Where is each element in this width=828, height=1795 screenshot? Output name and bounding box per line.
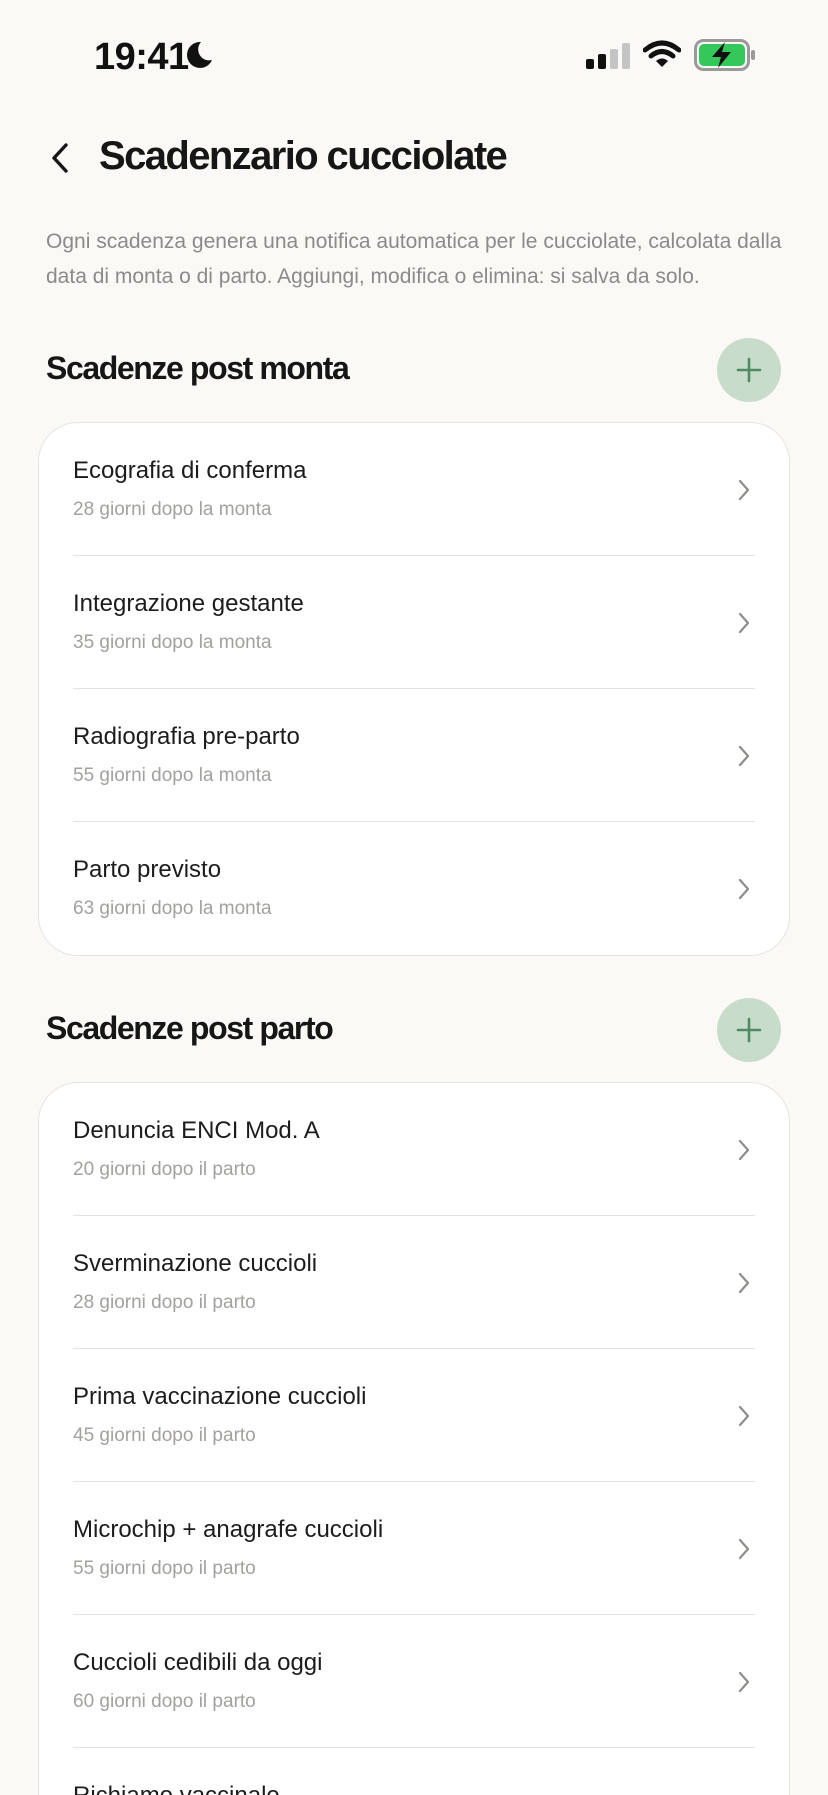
item-title: Sverminazione cuccioli bbox=[73, 1250, 318, 1277]
deadline-list-post-monta: Ecografia di conferma 28 giorni dopo la … bbox=[38, 422, 790, 956]
item-title: Ecografia di conferma bbox=[73, 457, 307, 484]
item-subtitle: 20 giorni dopo il parto bbox=[73, 1159, 256, 1180]
page-description: Ogni scadenza genera una notifica automa… bbox=[46, 230, 782, 288]
list-item[interactable]: Richiamo vaccinale bbox=[39, 1748, 789, 1795]
section-header-post-monta: Scadenze post monta bbox=[0, 338, 828, 402]
page-title: Scadenzario cucciolate bbox=[99, 134, 508, 178]
list-item[interactable]: Cuccioli cedibili da oggi 60 giorni dopo… bbox=[39, 1615, 789, 1748]
chevron-right-icon bbox=[738, 745, 750, 767]
list-item[interactable]: Integrazione gestante 35 giorni dopo la … bbox=[39, 556, 789, 689]
item-title: Denuncia ENCI Mod. A bbox=[73, 1117, 320, 1144]
item-title: Prima vaccinazione cuccioli bbox=[73, 1383, 367, 1410]
item-subtitle: 35 giorni dopo la monta bbox=[73, 632, 272, 653]
add-deadline-button[interactable] bbox=[717, 338, 781, 402]
item-subtitle: 55 giorni dopo la monta bbox=[73, 765, 272, 786]
chevron-right-icon bbox=[738, 1405, 750, 1427]
chevron-right-icon bbox=[738, 1671, 750, 1693]
list-item[interactable]: Parto previsto 63 giorni dopo la monta bbox=[39, 822, 789, 955]
item-subtitle: 55 giorni dopo il parto bbox=[73, 1558, 256, 1579]
list-item[interactable]: Prima vaccinazione cuccioli 45 giorni do… bbox=[39, 1349, 789, 1482]
item-subtitle: 60 giorni dopo il parto bbox=[73, 1691, 256, 1712]
chevron-right-icon bbox=[738, 1139, 750, 1161]
section-title: Scadenze post parto bbox=[46, 1010, 334, 1046]
deadline-list-post-parto: Denuncia ENCI Mod. A 20 giorni dopo il p… bbox=[38, 1082, 790, 1795]
plus-icon bbox=[736, 357, 762, 383]
item-subtitle: 63 giorni dopo la monta bbox=[73, 898, 272, 919]
section-header-post-parto: Scadenze post parto bbox=[0, 998, 828, 1062]
plus-icon bbox=[736, 1017, 762, 1043]
item-title: Richiamo vaccinale bbox=[73, 1782, 280, 1795]
chevron-right-icon bbox=[738, 479, 750, 501]
cellular-signal-icon bbox=[586, 43, 630, 69]
chevron-left-icon bbox=[52, 143, 68, 173]
item-title: Microchip + anagrafe cuccioli bbox=[73, 1516, 384, 1543]
item-subtitle: 28 giorni dopo la monta bbox=[73, 499, 272, 520]
add-deadline-button[interactable] bbox=[717, 998, 781, 1062]
list-item[interactable]: Sverminazione cuccioli 28 giorni dopo il… bbox=[39, 1216, 789, 1349]
chevron-right-icon bbox=[738, 1538, 750, 1560]
back-button[interactable] bbox=[38, 136, 82, 180]
status-time: 19:41 bbox=[94, 36, 189, 78]
list-item[interactable]: Microchip + anagrafe cuccioli 55 giorni … bbox=[39, 1482, 789, 1615]
battery-charging-icon bbox=[694, 39, 755, 71]
chevron-right-icon bbox=[738, 1272, 750, 1294]
chevron-right-icon bbox=[738, 878, 750, 900]
moon-icon bbox=[187, 41, 212, 68]
item-subtitle: 45 giorni dopo il parto bbox=[73, 1425, 256, 1446]
wifi-icon bbox=[643, 40, 681, 67]
item-title: Radiografia pre-parto bbox=[73, 723, 300, 750]
list-item[interactable]: Radiografia pre-parto 55 giorni dopo la … bbox=[39, 689, 789, 822]
section-title: Scadenze post monta bbox=[46, 350, 350, 386]
header: Scadenzario cucciolate bbox=[0, 120, 828, 200]
chevron-right-icon bbox=[738, 612, 750, 634]
list-item[interactable]: Ecografia di conferma 28 giorni dopo la … bbox=[39, 423, 789, 556]
item-subtitle: 28 giorni dopo il parto bbox=[73, 1292, 256, 1313]
item-title: Integrazione gestante bbox=[73, 590, 304, 617]
status-bar: 19:41 bbox=[0, 0, 828, 110]
item-title: Cuccioli cedibili da oggi bbox=[73, 1649, 323, 1676]
list-item[interactable]: Denuncia ENCI Mod. A 20 giorni dopo il p… bbox=[39, 1083, 789, 1216]
item-title: Parto previsto bbox=[73, 856, 222, 883]
